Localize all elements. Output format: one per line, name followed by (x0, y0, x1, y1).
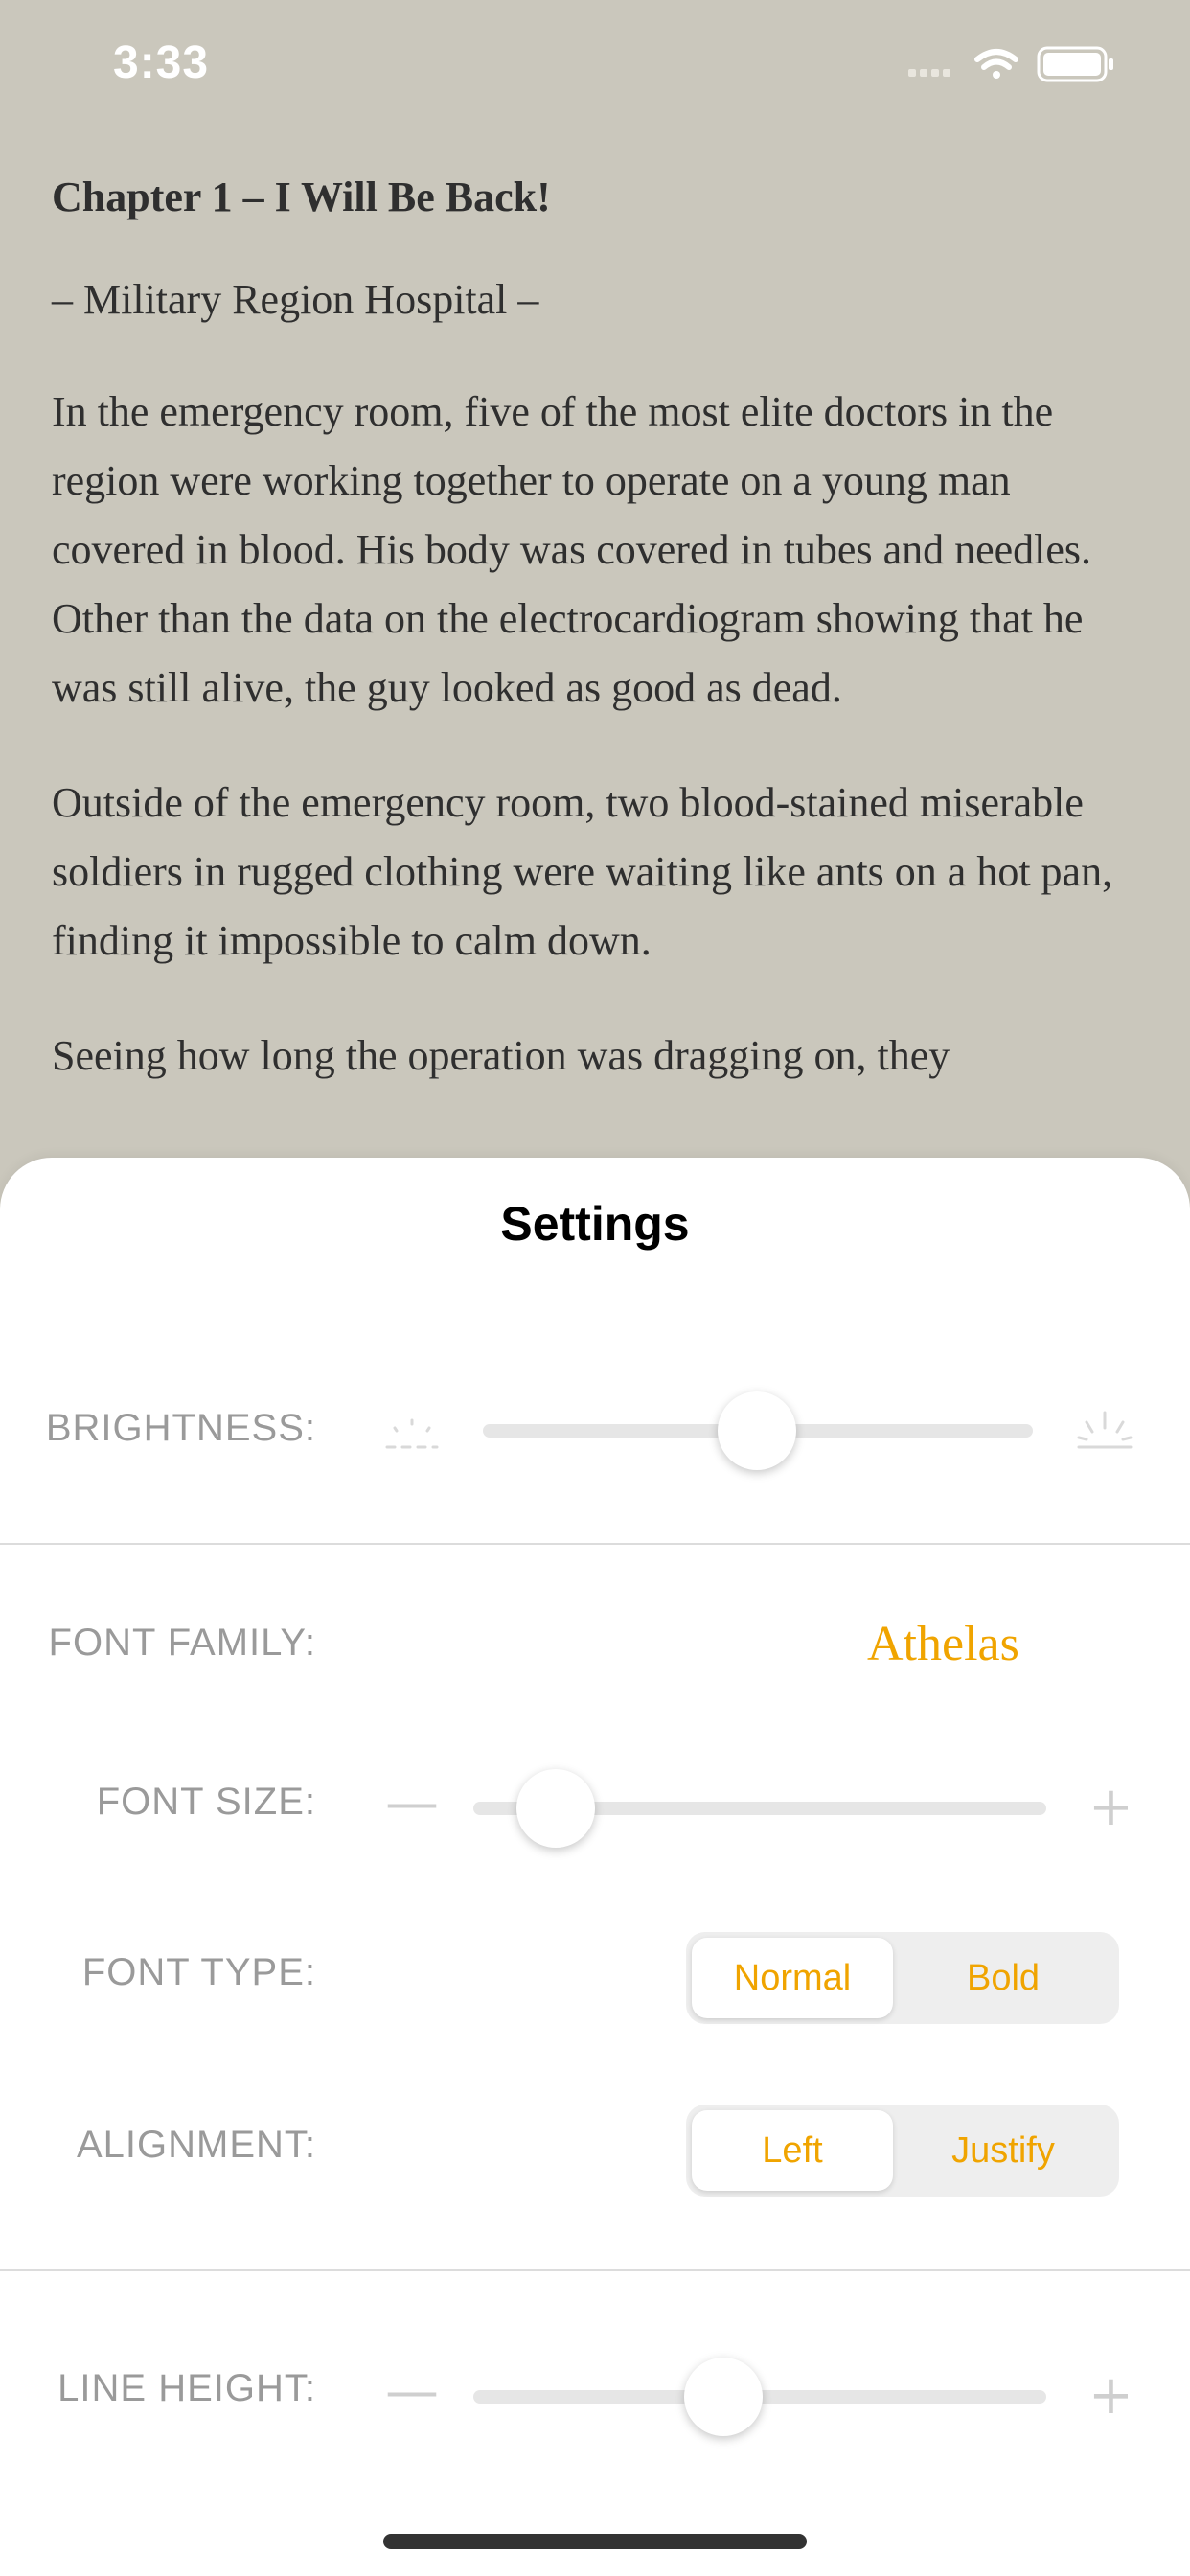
paragraph: Outside of the emergency room, two blood… (52, 779, 1113, 964)
brightness-slider-thumb[interactable] (718, 1392, 796, 1470)
chapter-title: Chapter 1 – I Will Be Back! (52, 173, 551, 220)
reader-content: Chapter 1 – I Will Be Back! – Military R… (52, 172, 1144, 1137)
paragraph: Seeing how long the operation was draggi… (52, 1032, 950, 1079)
alignment-label: ALIGNMENT: (76, 2124, 316, 2166)
sheet-title: Settings (500, 1197, 690, 1251)
line-height-label: LINE HEIGHT: (57, 2367, 316, 2409)
font-size-slider-thumb[interactable] (516, 1769, 595, 1848)
settings-sheet: Settings BRIGHTNESS: FONT FAMILY: Athela… (0, 1158, 1190, 2576)
font-type-normal-button[interactable]: Normal (692, 1938, 893, 2018)
brightness-high-icon (1077, 1411, 1133, 1449)
brightness-low-icon (385, 1418, 439, 1449)
divider (0, 2269, 1190, 2271)
font-size-label: FONT SIZE: (96, 1781, 316, 1823)
paragraph: In the emergency room, five of the most … (52, 388, 1092, 711)
status-bar: 3:33 (0, 0, 1190, 134)
signal-icon (908, 69, 950, 77)
font-type-bold-button[interactable]: Bold (903, 1938, 1104, 2018)
line-height-increase-icon[interactable]: + (1088, 2369, 1133, 2423)
font-type-segmented-control: Normal Bold (686, 1932, 1119, 2024)
status-icons (908, 44, 1129, 91)
chapter-subtitle: – Military Region Hospital – (52, 276, 539, 323)
alignment-justify-button[interactable]: Justify (903, 2110, 1104, 2191)
line-height-decrease-icon[interactable]: — (385, 2365, 439, 2419)
brightness-label: BRIGHTNESS: (45, 1407, 316, 1449)
wifi-icon (974, 49, 1018, 79)
divider (0, 1543, 1190, 1545)
line-height-slider-thumb[interactable] (684, 2358, 763, 2436)
home-indicator[interactable] (383, 2534, 807, 2549)
font-family-label: FONT FAMILY: (48, 1622, 316, 1664)
battery-icon (1037, 46, 1113, 82)
status-time: 3:33 (113, 37, 210, 88)
font-family-value[interactable]: Athelas (867, 1616, 1019, 1672)
alignment-segmented-control: Left Justify (686, 2104, 1119, 2196)
alignment-left-button[interactable]: Left (692, 2110, 893, 2191)
font-size-increase-icon[interactable]: + (1088, 1781, 1133, 1834)
font-size-decrease-icon[interactable]: — (385, 1777, 439, 1830)
font-type-label: FONT TYPE: (81, 1951, 316, 1993)
